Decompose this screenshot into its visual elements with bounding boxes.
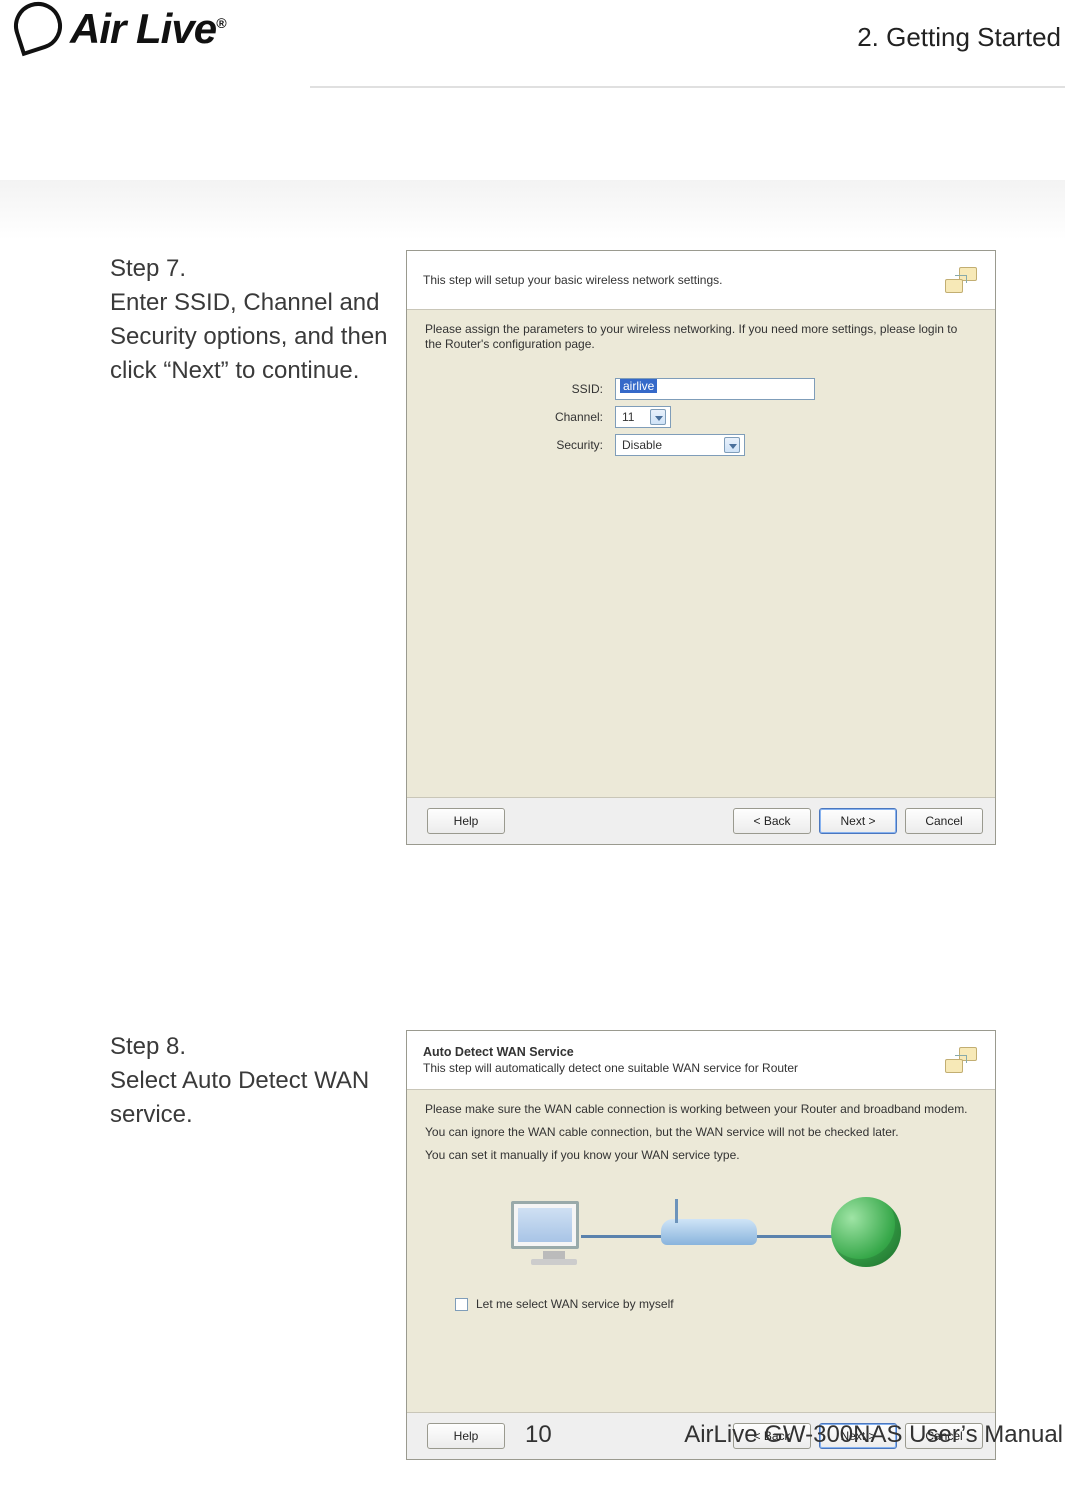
security-label: Security: xyxy=(425,438,615,452)
wizard7-footer: Help < Back Next > Cancel xyxy=(407,797,995,844)
logo-wave-icon xyxy=(8,0,68,56)
wizard8-title: Auto Detect WAN Service xyxy=(423,1045,931,1059)
step7-text: Enter SSID, Channel and Security options… xyxy=(110,289,388,384)
wizard8-line3: You can set it manually if you know your… xyxy=(425,1148,977,1163)
chevron-down-icon xyxy=(724,437,740,453)
ssid-input[interactable]: airlive xyxy=(615,378,815,400)
step7-label: Step 7. xyxy=(110,252,390,286)
network-icon xyxy=(945,1045,979,1075)
step8-text: Select Auto Detect WAN service. xyxy=(110,1067,369,1128)
connection-illustration xyxy=(491,1179,911,1289)
manual-wan-checkbox[interactable] xyxy=(455,1298,468,1311)
cancel-button[interactable]: Cancel xyxy=(905,808,983,834)
wizard7-body-text: Please assign the parameters to your wir… xyxy=(425,322,977,352)
router-icon xyxy=(661,1219,757,1255)
header-gradient xyxy=(0,180,1065,240)
wan-wizard-window: Auto Detect WAN Service This step will a… xyxy=(406,1030,996,1460)
brand-logo: Air Live® xyxy=(14,8,304,50)
step8-instruction: Step 8. Select Auto Detect WAN service. xyxy=(110,1030,390,1132)
wizard8-line2: You can ignore the WAN cable connection,… xyxy=(425,1125,977,1140)
ssid-label: SSID: xyxy=(425,382,615,396)
manual-wan-label: Let me select WAN service by myself xyxy=(476,1297,674,1311)
wizard8-header: Auto Detect WAN Service This step will a… xyxy=(407,1031,995,1090)
back-button[interactable]: < Back xyxy=(733,808,811,834)
page-number: 10 xyxy=(525,1421,552,1449)
wizard8-line1: Please make sure the WAN cable connectio… xyxy=(425,1102,977,1117)
help-button[interactable]: Help xyxy=(427,1423,505,1449)
wizard8-subtitle: This step will automatically detect one … xyxy=(423,1061,931,1075)
globe-icon xyxy=(831,1197,901,1267)
header-divider xyxy=(310,86,1065,88)
chevron-down-icon xyxy=(650,409,666,425)
security-select[interactable]: Disable xyxy=(615,434,745,456)
help-button[interactable]: Help xyxy=(427,808,505,834)
manual-title: AirLive GW-300NAS User’s Manual xyxy=(684,1421,1063,1449)
wizard7-header: This step will setup your basic wireless… xyxy=(407,251,995,310)
network-icon xyxy=(945,265,979,295)
channel-select[interactable]: 11 xyxy=(615,406,671,428)
channel-label: Channel: xyxy=(425,410,615,424)
wizard7-header-text: This step will setup your basic wireless… xyxy=(423,273,931,287)
wireless-wizard-window: This step will setup your basic wireless… xyxy=(406,250,996,845)
next-button[interactable]: Next > xyxy=(819,808,897,834)
step7-instruction: Step 7. Enter SSID, Channel and Security… xyxy=(110,252,390,388)
step8-label: Step 8. xyxy=(110,1030,390,1064)
chapter-title: 2. Getting Started xyxy=(857,22,1061,53)
